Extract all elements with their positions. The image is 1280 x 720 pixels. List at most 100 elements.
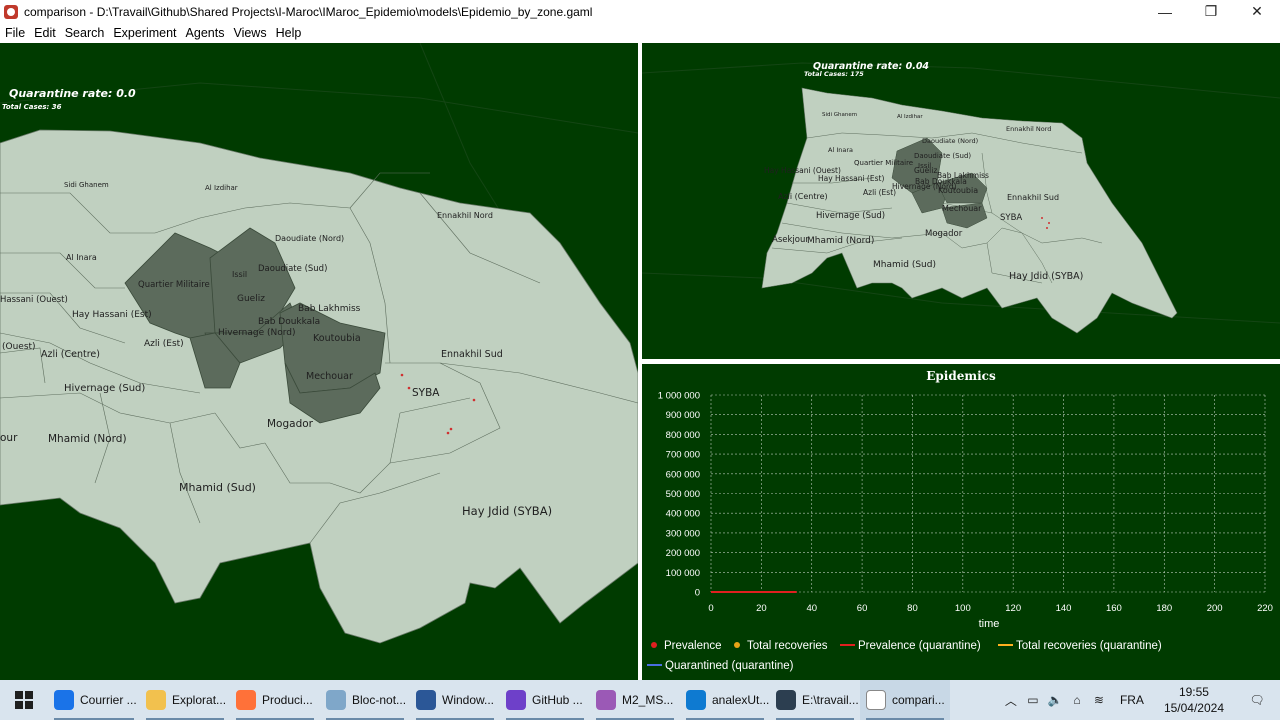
menu-help[interactable]: Help (272, 26, 306, 40)
zone-label: (Ouest) (2, 342, 36, 352)
x-tick-label: 40 (806, 603, 817, 614)
taskbar-app-button[interactable]: E:\travail... (770, 680, 860, 720)
taskbar-app-label: Window... (442, 693, 495, 707)
folder-icon (146, 690, 166, 710)
x-tick-label: 60 (857, 603, 868, 614)
zone-label: Al Inara (828, 146, 853, 154)
zone-label: Hay Hassani (Est) (72, 310, 152, 320)
y-tick-label: 500 000 (666, 489, 700, 500)
taskbar-app-button[interactable]: GitHub ... (500, 680, 590, 720)
gama-icon (866, 690, 886, 710)
left-map-view[interactable]: Sidi Ghanem Al Izdihar Ennakhil Nord Dao… (0, 43, 638, 680)
zone-label: Daoudiate (Sud) (258, 264, 327, 274)
y-tick-label: 0 (695, 588, 700, 599)
clock-time: 19:55 (1178, 685, 1209, 699)
zone-label: Ennakhil Nord (437, 211, 493, 220)
language-indicator[interactable]: FRA (1110, 693, 1154, 707)
taskbar-app-label: analexUt... (712, 693, 770, 707)
network-icon[interactable]: ⌂ (1066, 693, 1088, 707)
y-tick-label: 900 000 (666, 410, 700, 421)
x-tick-label: 200 (1207, 603, 1223, 614)
zone-label: Azli (Centre) (41, 349, 100, 360)
taskbar-app-label: Courrier ... (80, 693, 137, 707)
x-tick-label: 220 (1257, 603, 1273, 614)
notepad-icon (326, 690, 346, 710)
x-tick-label: 100 (955, 603, 971, 614)
system-tray: ︿ ▭ 🔈 ⌂ ≋ FRA 19:55 15/04/2024 🗨 (1000, 680, 1280, 720)
y-axis-ticks: 0 100 000 200 000 300 000 400 000 500 000 600 … (658, 391, 700, 599)
legend-label: Total recoveries (747, 640, 828, 652)
zone-label: Al Inara (66, 253, 97, 262)
close-button[interactable]: ✕ (1234, 0, 1280, 23)
zone-label: Ennakhil Nord (1006, 125, 1051, 133)
powershell-icon (416, 690, 436, 710)
x-tick-label: 160 (1106, 603, 1122, 614)
y-tick-label: 400 000 (666, 509, 700, 520)
zone-label: Mechouar (306, 371, 353, 382)
menu-bar: File Edit Search Experiment Agents Views… (0, 23, 1280, 43)
taskbar-app-label: Produci... (262, 693, 313, 707)
notifications-icon[interactable]: 🗨 (1234, 693, 1280, 707)
clock[interactable]: 19:55 15/04/2024 (1154, 684, 1234, 716)
zone-label: Bab Doukkala (258, 317, 320, 327)
zone-label: Mhamid (Nord) (807, 236, 874, 246)
pdf-icon (596, 690, 616, 710)
chart-grid (710, 394, 1266, 593)
legend-label: Prevalence (664, 640, 722, 652)
github-icon (506, 690, 526, 710)
taskbar-app-button[interactable]: Courrier ... (48, 680, 140, 720)
legend-label: Total recoveries (quarantine) (1016, 640, 1162, 652)
taskbar: Courrier ... Explorat... Produci... Bloc-no… (0, 680, 1280, 720)
x-axis-label: time (979, 618, 1000, 630)
legend-label: Prevalence (quarantine) (858, 640, 981, 652)
taskbar-app-button[interactable]: analexUt... (680, 680, 770, 720)
epidemics-chart-view[interactable]: Epidemics 0 100 000 200 000 300 000 400 000 5… (642, 364, 1280, 680)
taskbar-app-button[interactable]: Bloc-not... (320, 680, 410, 720)
taskbar-app-button[interactable]: Window... (410, 680, 500, 720)
minimize-button[interactable]: — (1142, 0, 1188, 23)
zone-label: Daoudiate (Sud) (914, 152, 971, 160)
restore-button[interactable]: ❐ (1188, 0, 1234, 23)
zone-label: Azli (Centre) (778, 192, 828, 201)
legend-marker (651, 642, 657, 648)
menu-edit[interactable]: Edit (30, 26, 60, 40)
battery-icon[interactable]: ▭ (1022, 693, 1044, 707)
y-tick-label: 800 000 (666, 430, 700, 441)
zone-label: Koutoubia (938, 186, 978, 195)
zone-label: Ennakhil Sud (1007, 193, 1059, 202)
volume-icon[interactable]: 🔈 (1044, 693, 1066, 707)
chevron-up-icon[interactable]: ︿ (1000, 692, 1022, 709)
y-tick-label: 300 000 (666, 528, 700, 539)
taskbar-app-label: compari... (892, 693, 945, 707)
x-tick-label: 0 (708, 603, 713, 614)
right-city-map: Sidi Ghanem Al Izdihar Daoudiate (Nord) … (761, 87, 1178, 334)
start-button[interactable] (0, 680, 48, 720)
zone-label: Issil (232, 270, 247, 279)
zone-label: SYBA (412, 387, 440, 399)
menu-search[interactable]: Search (61, 26, 109, 40)
taskbar-app-button[interactable]: Produci... (230, 680, 320, 720)
right-map-view[interactable]: Sidi Ghanem Al Izdihar Daoudiate (Nord) … (642, 43, 1280, 359)
title-bar: comparison - D:\Travail\Github\Shared Pr… (0, 0, 1280, 23)
menu-experiment[interactable]: Experiment (109, 26, 180, 40)
right-total-cases: Total Cases: 175 (804, 70, 864, 78)
vscode-icon (686, 690, 706, 710)
zone-label: Azli (Est) (144, 339, 184, 349)
wifi-icon[interactable]: ≋ (1088, 693, 1110, 707)
zone-label: Daoudiate (Nord) (275, 234, 344, 243)
taskbar-app-button[interactable]: compari... (860, 680, 950, 720)
menu-views[interactable]: Views (229, 26, 270, 40)
chart-title: Epidemics (926, 369, 996, 383)
zone-label: Gueliz (237, 294, 265, 304)
zone-label: Mogador (267, 418, 314, 430)
zone-label: Mhamid (Nord) (48, 433, 127, 445)
zone-label: Mhamid (Sud) (873, 260, 936, 270)
taskbar-app-label: Bloc-not... (352, 693, 407, 707)
menu-file[interactable]: File (0, 26, 29, 40)
taskbar-app-button[interactable]: Explorat... (140, 680, 230, 720)
clock-date: 15/04/2024 (1163, 701, 1224, 715)
taskbar-app-button[interactable]: M2_MS... (590, 680, 680, 720)
menu-agents[interactable]: Agents (182, 26, 229, 40)
left-city-map: Sidi Ghanem Al Izdihar Ennakhil Nord Dao… (0, 129, 638, 644)
right-map-svg: Sidi Ghanem Al Izdihar Daoudiate (Nord) … (642, 62, 1280, 334)
